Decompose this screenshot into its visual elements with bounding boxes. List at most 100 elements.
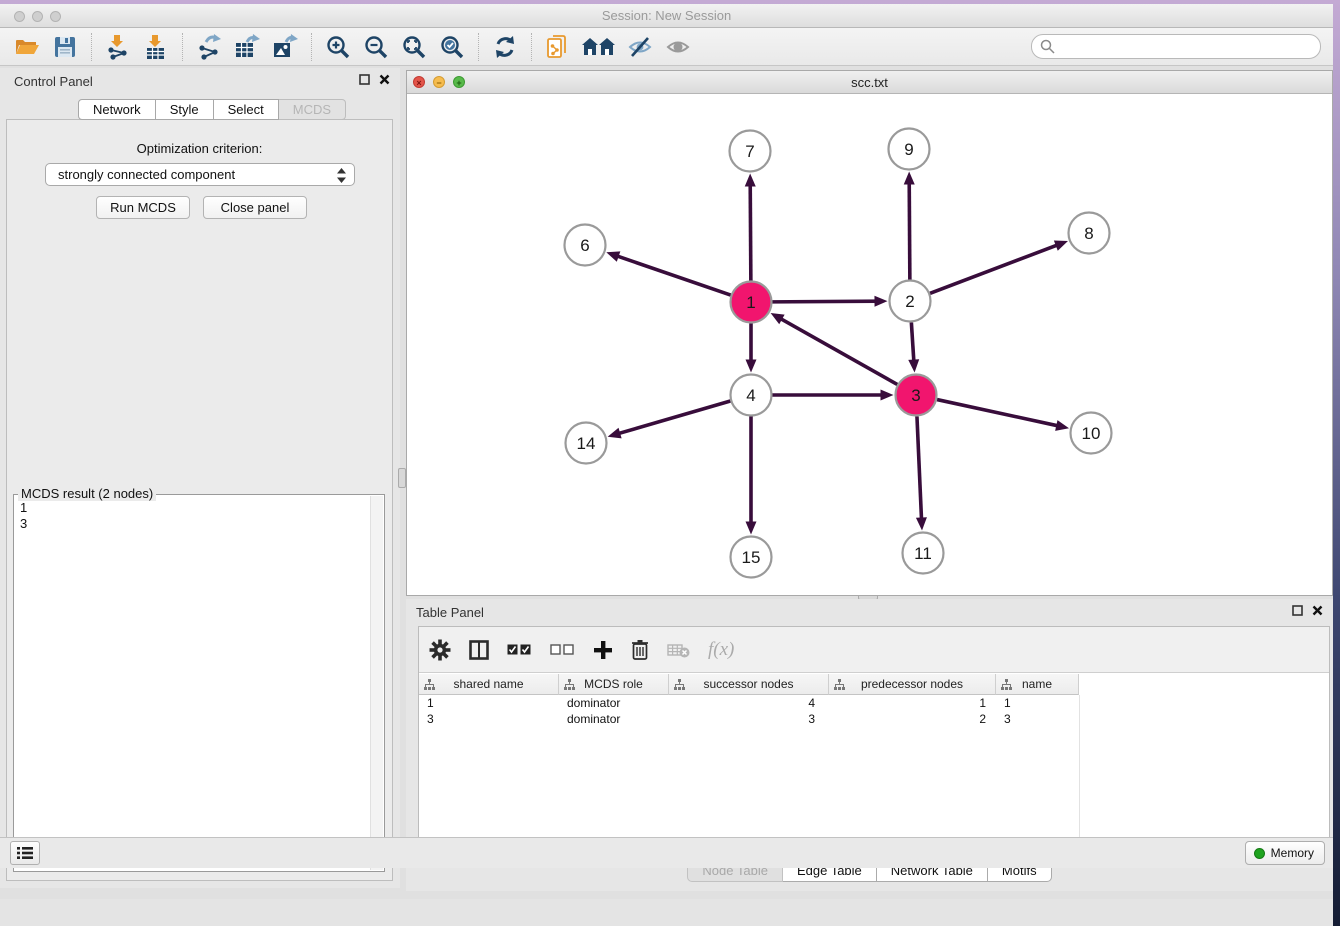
table-cell[interactable]: 3: [996, 711, 1079, 727]
network-graph-canvas[interactable]: 7968124314101511: [407, 94, 1332, 595]
clone-network-button[interactable]: [543, 32, 573, 62]
toolbar-separator: [311, 33, 312, 61]
toolbar-separator: [91, 33, 92, 61]
node-label-7: 7: [745, 142, 754, 161]
network-titlebar[interactable]: × − + scc.txt: [407, 71, 1332, 94]
node-label-9: 9: [904, 140, 913, 159]
edge-3-10[interactable]: [937, 400, 1060, 427]
edge-3-1[interactable]: [778, 317, 897, 384]
float-panel-icon[interactable]: [359, 74, 370, 85]
edge-4-14[interactable]: [616, 401, 730, 434]
mcds-panel: Optimization criterion: strongly connect…: [6, 119, 393, 881]
tree-icon: [564, 679, 575, 690]
edge-arrowhead: [606, 251, 620, 261]
zoom-out-button[interactable]: [361, 32, 391, 62]
dropdown-stepper-icon: [337, 168, 346, 183]
control-panel-title: Control Panel: [14, 74, 93, 89]
table-cell[interactable]: dominator: [559, 711, 669, 727]
vertical-splitter-handle[interactable]: [398, 468, 406, 488]
select-all-checkboxes-icon[interactable]: [507, 643, 532, 656]
mcds-result-list[interactable]: 13: [14, 497, 366, 869]
edge-1-7[interactable]: [750, 182, 751, 280]
export-image-icon: [272, 34, 298, 60]
tab-mcds[interactable]: MCDS: [279, 99, 346, 120]
edge-2-9[interactable]: [909, 180, 910, 279]
table-cell[interactable]: 2: [829, 711, 996, 727]
table-cell[interactable]: 4: [669, 695, 829, 711]
table-cell[interactable]: 1: [419, 695, 559, 711]
column-view-icon[interactable]: [469, 640, 489, 660]
deselect-checkboxes-icon[interactable]: [550, 643, 575, 656]
toolbar-separator: [531, 33, 532, 61]
result-scrollbar[interactable]: [370, 496, 383, 870]
tab-network[interactable]: Network: [78, 99, 156, 120]
edge-1-6[interactable]: [615, 255, 731, 295]
table-cell[interactable]: dominator: [559, 695, 669, 711]
table-row[interactable]: 3dominator323: [419, 711, 1329, 727]
edge-arrowhead: [745, 173, 756, 186]
result-line: 3: [20, 516, 366, 532]
main-toolbar: [0, 28, 1333, 66]
column-header-predecessor-nodes[interactable]: predecessor nodes: [829, 674, 996, 695]
tab-style[interactable]: Style: [156, 99, 214, 120]
zoom-selected-icon: [439, 34, 465, 60]
edge-1-2[interactable]: [772, 301, 878, 302]
export-image-button[interactable]: [270, 32, 300, 62]
optimization-dropdown[interactable]: strongly connected component: [45, 163, 355, 186]
table-cell[interactable]: 1: [829, 695, 996, 711]
settings-gear-icon[interactable]: [429, 639, 451, 661]
memory-button[interactable]: Memory: [1245, 841, 1325, 865]
zoom-fit-button[interactable]: [399, 32, 429, 62]
column-header-successor-nodes[interactable]: successor nodes: [669, 674, 829, 695]
export-network-button[interactable]: [194, 32, 224, 62]
function-builder-icon[interactable]: f(x): [708, 639, 734, 661]
zoom-selected-button[interactable]: [437, 32, 467, 62]
edge-arrowhead: [881, 390, 894, 401]
export-table-button[interactable]: [232, 32, 262, 62]
node-label-1: 1: [746, 293, 755, 312]
desktop-background: Session: New Session: [0, 0, 1340, 926]
close-panel-icon[interactable]: [1312, 605, 1323, 616]
tree-icon: [834, 679, 845, 690]
table-cell[interactable]: 1: [996, 695, 1079, 711]
import-network-button[interactable]: [103, 32, 133, 62]
edge-2-3[interactable]: [911, 322, 914, 363]
node-label-15: 15: [742, 548, 761, 567]
edge-3-11[interactable]: [917, 416, 922, 521]
zoom-in-button[interactable]: [323, 32, 353, 62]
close-panel-icon[interactable]: [379, 74, 390, 85]
import-table-button[interactable]: [141, 32, 171, 62]
workspace: Control Panel NetworkStyleSelectMCDS Opt…: [0, 66, 1333, 899]
tab-select[interactable]: Select: [214, 99, 279, 120]
add-column-icon[interactable]: [593, 640, 613, 660]
tree-icon: [674, 679, 685, 690]
float-panel-icon[interactable]: [1292, 605, 1303, 616]
node-label-2: 2: [905, 292, 914, 311]
task-history-button[interactable]: [10, 841, 40, 865]
column-header-shared-name[interactable]: shared name: [419, 674, 559, 695]
delete-table-icon[interactable]: [667, 642, 690, 658]
table-cell[interactable]: 3: [419, 711, 559, 727]
session-title: Session: New Session: [0, 8, 1333, 23]
delete-column-trash-icon[interactable]: [631, 639, 649, 660]
memory-status-icon: [1254, 848, 1265, 859]
node-label-4: 4: [746, 386, 755, 405]
first-neighbors-button[interactable]: [581, 32, 617, 62]
column-label: shared name: [453, 677, 523, 691]
show-all-button[interactable]: [663, 32, 693, 62]
dropdown-value: strongly connected component: [58, 167, 235, 182]
run-mcds-button[interactable]: Run MCDS: [96, 196, 190, 219]
table-cell[interactable]: 3: [669, 711, 829, 727]
column-header-MCDS-role[interactable]: MCDS role: [559, 674, 669, 695]
column-header-name[interactable]: name: [996, 674, 1079, 695]
save-session-button[interactable]: [50, 32, 80, 62]
control-panel-header: Control Panel: [0, 68, 400, 94]
table-row[interactable]: 1dominator411: [419, 695, 1329, 711]
column-label: MCDS role: [584, 677, 643, 691]
refresh-button[interactable]: [490, 32, 520, 62]
hide-selected-button[interactable]: [625, 32, 655, 62]
edge-2-8[interactable]: [930, 244, 1059, 293]
close-panel-button[interactable]: Close panel: [203, 196, 307, 219]
search-input[interactable]: [1031, 34, 1321, 59]
open-file-button[interactable]: [12, 32, 42, 62]
